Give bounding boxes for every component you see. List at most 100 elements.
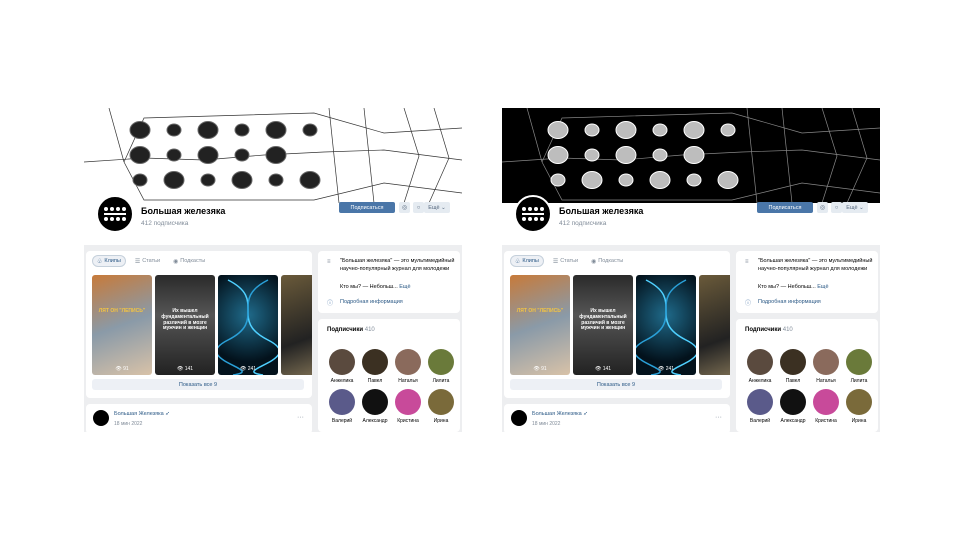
member-avatar[interactable] <box>362 349 388 375</box>
cover-blob <box>197 146 219 164</box>
cover-blob <box>234 148 250 162</box>
member-item[interactable]: Валерий <box>326 389 358 424</box>
member-avatar[interactable] <box>395 349 421 375</box>
post-menu-icon[interactable]: ··· <box>715 414 722 421</box>
clip-card[interactable] <box>699 275 730 375</box>
logo-icon <box>104 207 126 221</box>
more-button[interactable]: Ещё ⌄ <box>842 202 868 213</box>
group-header: Большая железяка 412 подписчика Подписат… <box>84 195 462 245</box>
member-avatar[interactable] <box>329 349 355 375</box>
cover-blob <box>652 123 668 137</box>
member-avatar[interactable] <box>747 349 773 375</box>
clip-card[interactable]: ЛЯТ ОН "ЛЕПИСЬ" 👁 91 <box>92 275 152 375</box>
more-button[interactable]: Ещё ⌄ <box>424 202 450 213</box>
member-item[interactable]: Ирина <box>843 389 875 424</box>
cover-blob <box>717 171 739 189</box>
members-title[interactable]: Подписчики 410 <box>745 327 793 333</box>
group-avatar[interactable] <box>514 195 552 233</box>
content-tabs: ♧ Клипы ☰ Статьи ◉ Подкасты <box>92 255 209 269</box>
member-avatar[interactable] <box>780 349 806 375</box>
message-icon[interactable]: ○ <box>413 202 424 213</box>
clip-card[interactable]: ЛЯТ ОН "ЛЕПИСЬ" 👁 91 <box>510 275 570 375</box>
member-avatar[interactable] <box>846 349 872 375</box>
member-avatar[interactable] <box>747 389 773 415</box>
member-item[interactable]: Анжелика <box>744 349 776 384</box>
bell-icon[interactable]: ◎ <box>399 202 410 213</box>
subscriber-count[interactable]: 412 подписчика <box>559 220 606 227</box>
post-author-avatar[interactable] <box>511 410 527 426</box>
article-icon: ☰ <box>552 258 559 265</box>
group-avatar[interactable] <box>96 195 134 233</box>
member-item[interactable]: Павел <box>359 349 391 384</box>
member-avatar[interactable] <box>428 389 454 415</box>
clip-card[interactable]: Их вышел фундаментальный различий в мозг… <box>155 275 215 375</box>
about-who: Кто мы? — Небольш... Ещё <box>340 284 411 290</box>
members-title[interactable]: Подписчики 410 <box>327 327 375 333</box>
tab-articles[interactable]: ☰ Статьи <box>131 255 164 267</box>
logo-icon <box>522 207 544 221</box>
clip-card[interactable] <box>281 275 312 375</box>
post-author[interactable]: Большая Железяка ➶ <box>532 411 588 417</box>
member-avatar[interactable] <box>813 349 839 375</box>
about-description: "Большая железяка" — это мультимедийный … <box>758 258 873 272</box>
show-all-clips-button[interactable]: Показать все 9 <box>510 379 722 390</box>
member-item[interactable]: Кристина <box>392 389 424 424</box>
post-card: Большая Железяка ➶ 18 мин 2022 ··· <box>86 404 312 432</box>
cover-blob <box>584 148 600 162</box>
tab-clips[interactable]: ♧ Клипы <box>92 255 126 267</box>
member-item[interactable]: Лилита <box>425 349 457 384</box>
expand-link[interactable]: Ещё <box>399 284 410 290</box>
cover-blob <box>197 121 219 139</box>
clip-card[interactable]: Их вышел фундаментальный различий в мозг… <box>573 275 633 375</box>
member-item[interactable]: Кристина <box>810 389 842 424</box>
member-avatar[interactable] <box>846 389 872 415</box>
cover-blob <box>618 173 634 187</box>
member-avatar[interactable] <box>428 349 454 375</box>
cover-blob <box>683 146 705 164</box>
tab-clips[interactable]: ♧ Клипы <box>510 255 544 267</box>
clip-views: 👁 241 <box>657 366 675 372</box>
member-item[interactable]: Лилита <box>843 349 875 384</box>
post-author-avatar[interactable] <box>93 410 109 426</box>
member-item[interactable]: Валерий <box>744 389 776 424</box>
subscribe-button[interactable]: Подписаться <box>339 202 395 213</box>
member-item[interactable]: Наталья <box>810 349 842 384</box>
member-name: Кристина <box>815 418 837 424</box>
cover-blob <box>200 173 216 187</box>
member-name: Ирина <box>851 418 867 424</box>
cover-blob <box>299 171 321 189</box>
member-name: Павел <box>367 378 383 384</box>
cover-blob <box>615 146 637 164</box>
cover-blob <box>652 148 668 162</box>
member-item[interactable]: Павел <box>777 349 809 384</box>
member-avatar[interactable] <box>395 389 421 415</box>
details-link[interactable]: Подробная информация <box>758 299 821 305</box>
member-avatar[interactable] <box>780 389 806 415</box>
member-item[interactable]: Наталья <box>392 349 424 384</box>
subscribe-button[interactable]: Подписаться <box>757 202 813 213</box>
cover-blob <box>720 123 736 137</box>
post-menu-icon[interactable]: ··· <box>297 414 304 421</box>
post-author[interactable]: Большая Железяка ➶ <box>114 411 170 417</box>
member-avatar[interactable] <box>813 389 839 415</box>
details-link[interactable]: Подробная информация <box>340 299 403 305</box>
member-item[interactable]: Анжелика <box>326 349 358 384</box>
member-item[interactable]: Александр <box>777 389 809 424</box>
tab-podcasts[interactable]: ◉ Подкасты <box>169 255 209 267</box>
expand-link[interactable]: Ещё <box>817 284 828 290</box>
cover-blob <box>550 173 566 187</box>
menu-icon: ≡ <box>745 259 749 265</box>
member-item[interactable]: Ирина <box>425 389 457 424</box>
clip-card[interactable]: 👁 241 <box>636 275 696 375</box>
message-icon[interactable]: ○ <box>831 202 842 213</box>
tab-articles[interactable]: ☰ Статьи <box>549 255 582 267</box>
bell-icon[interactable]: ◎ <box>817 202 828 213</box>
subscriber-count[interactable]: 412 подписчика <box>141 220 188 227</box>
member-avatar[interactable] <box>329 389 355 415</box>
member-avatar[interactable] <box>362 389 388 415</box>
show-all-clips-button[interactable]: Показать все 9 <box>92 379 304 390</box>
tab-podcasts[interactable]: ◉ Подкасты <box>587 255 627 267</box>
clip-card[interactable]: 👁 241 <box>218 275 278 375</box>
member-item[interactable]: Александр <box>359 389 391 424</box>
cover-blob <box>302 123 318 137</box>
